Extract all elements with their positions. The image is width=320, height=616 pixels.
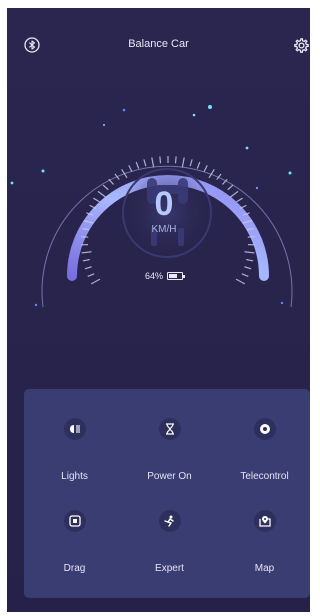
gear-icon[interactable]	[292, 37, 310, 55]
battery-icon	[167, 272, 186, 280]
telecontrol-button[interactable]: Telecontrol	[217, 397, 310, 487]
gauge-tick	[151, 157, 155, 168]
speed-value: 0	[154, 185, 174, 223]
drag-icon	[63, 510, 86, 532]
power-on-button[interactable]: Power On	[122, 397, 217, 487]
gauge-tick	[244, 251, 255, 254]
battery-percent: 64%	[145, 271, 164, 281]
battery-indicator: 64%	[145, 270, 186, 282]
map-button[interactable]: Map	[217, 489, 310, 579]
gauge-tick	[196, 161, 201, 169]
speed-unit: KM/H	[151, 224, 177, 235]
controls-panel: Lights Power On Telecontrol Drag Expert …	[24, 389, 310, 598]
gauge-tick	[229, 190, 239, 198]
gauge-tick	[159, 156, 162, 164]
lights-button[interactable]: Lights	[27, 397, 122, 487]
hourglass-icon	[158, 418, 181, 440]
map-pin-icon	[253, 510, 276, 532]
gauge-tick	[82, 258, 90, 262]
gauge-tick	[81, 236, 89, 238]
drag-label: Drag	[63, 563, 86, 574]
speed-readout: 0 KM/H	[119, 186, 209, 266]
app-screen: Balance Car 0 KM/H 64% Lights Power On T…	[7, 8, 310, 612]
gauge-tick	[143, 159, 147, 167]
header: Balance Car	[7, 8, 310, 68]
gauge-tick	[97, 190, 107, 198]
remote-icon	[253, 418, 276, 440]
gauge-tick	[247, 236, 255, 238]
drag-button[interactable]: Drag	[27, 489, 122, 579]
telecontrol-label: Telecontrol	[240, 471, 289, 482]
gauge-tick	[241, 273, 249, 278]
expert-rider-icon	[158, 510, 181, 532]
gauge-tick	[246, 258, 254, 262]
gauge-tick	[87, 273, 95, 278]
gauge-tick	[189, 159, 193, 167]
gauge-tick	[81, 251, 92, 254]
gauge-tick	[244, 266, 252, 270]
gauge-tick	[84, 266, 92, 270]
gauge-tick	[108, 178, 114, 185]
gauge-tick	[90, 278, 101, 285]
gauge-tick	[102, 184, 109, 191]
gauge-tick	[181, 157, 185, 168]
gauge-tick	[203, 165, 208, 172]
gauge-tick	[227, 184, 234, 191]
gauge-tick	[93, 197, 100, 203]
lights-label: Lights	[61, 471, 88, 482]
map-label: Map	[254, 563, 275, 574]
gauge-tick	[236, 197, 243, 203]
expert-label: Expert	[155, 563, 184, 574]
page-title: Balance Car	[128, 38, 189, 50]
headlight-icon	[63, 418, 86, 440]
power-on-label: Power On	[147, 471, 192, 482]
gauge-tick	[174, 156, 177, 164]
gauge-tick	[235, 278, 246, 285]
gauge-tick	[121, 169, 128, 179]
gauge-tick	[128, 165, 133, 172]
expert-button[interactable]: Expert	[122, 489, 217, 579]
gauge-tick	[135, 161, 140, 169]
